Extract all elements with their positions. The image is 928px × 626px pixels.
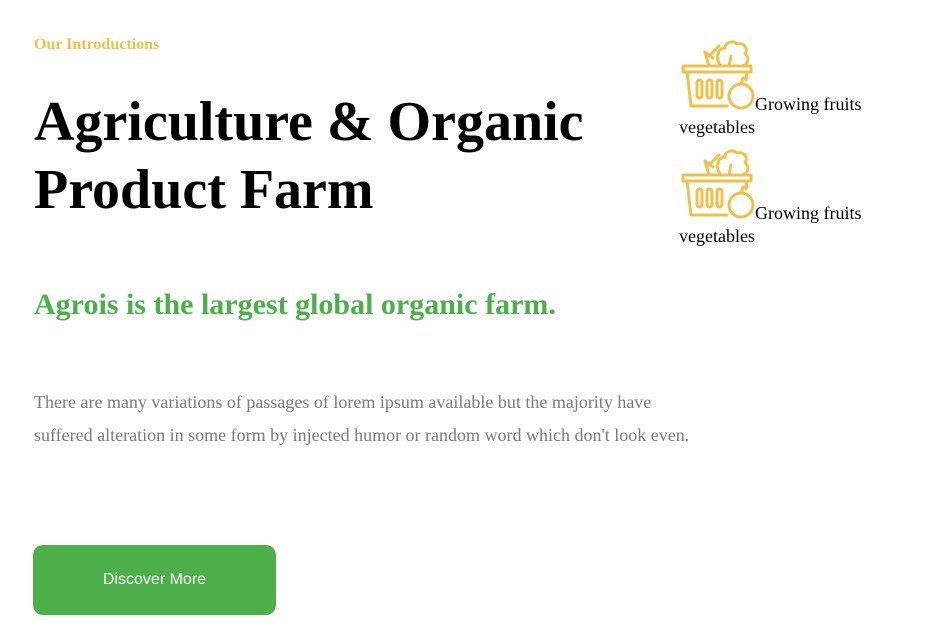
feature-list: Growing fruits vegetables Growing fruits…	[679, 34, 879, 252]
section-description: There are many variations of passages of…	[34, 392, 690, 445]
feature-item: Growing fruits vegetables	[679, 143, 879, 248]
discover-more-button[interactable]: Discover More	[33, 545, 276, 615]
section-eyebrow: Our Introductions	[34, 36, 160, 53]
vegetable-basket-icon	[679, 143, 755, 219]
vegetable-basket-icon	[679, 34, 755, 110]
section-subtitle: Agrois is the largest global organic far…	[34, 288, 556, 321]
feature-item: Growing fruits vegetables	[679, 34, 879, 139]
page-title: Agriculture & Organic Product Farm	[34, 91, 584, 221]
